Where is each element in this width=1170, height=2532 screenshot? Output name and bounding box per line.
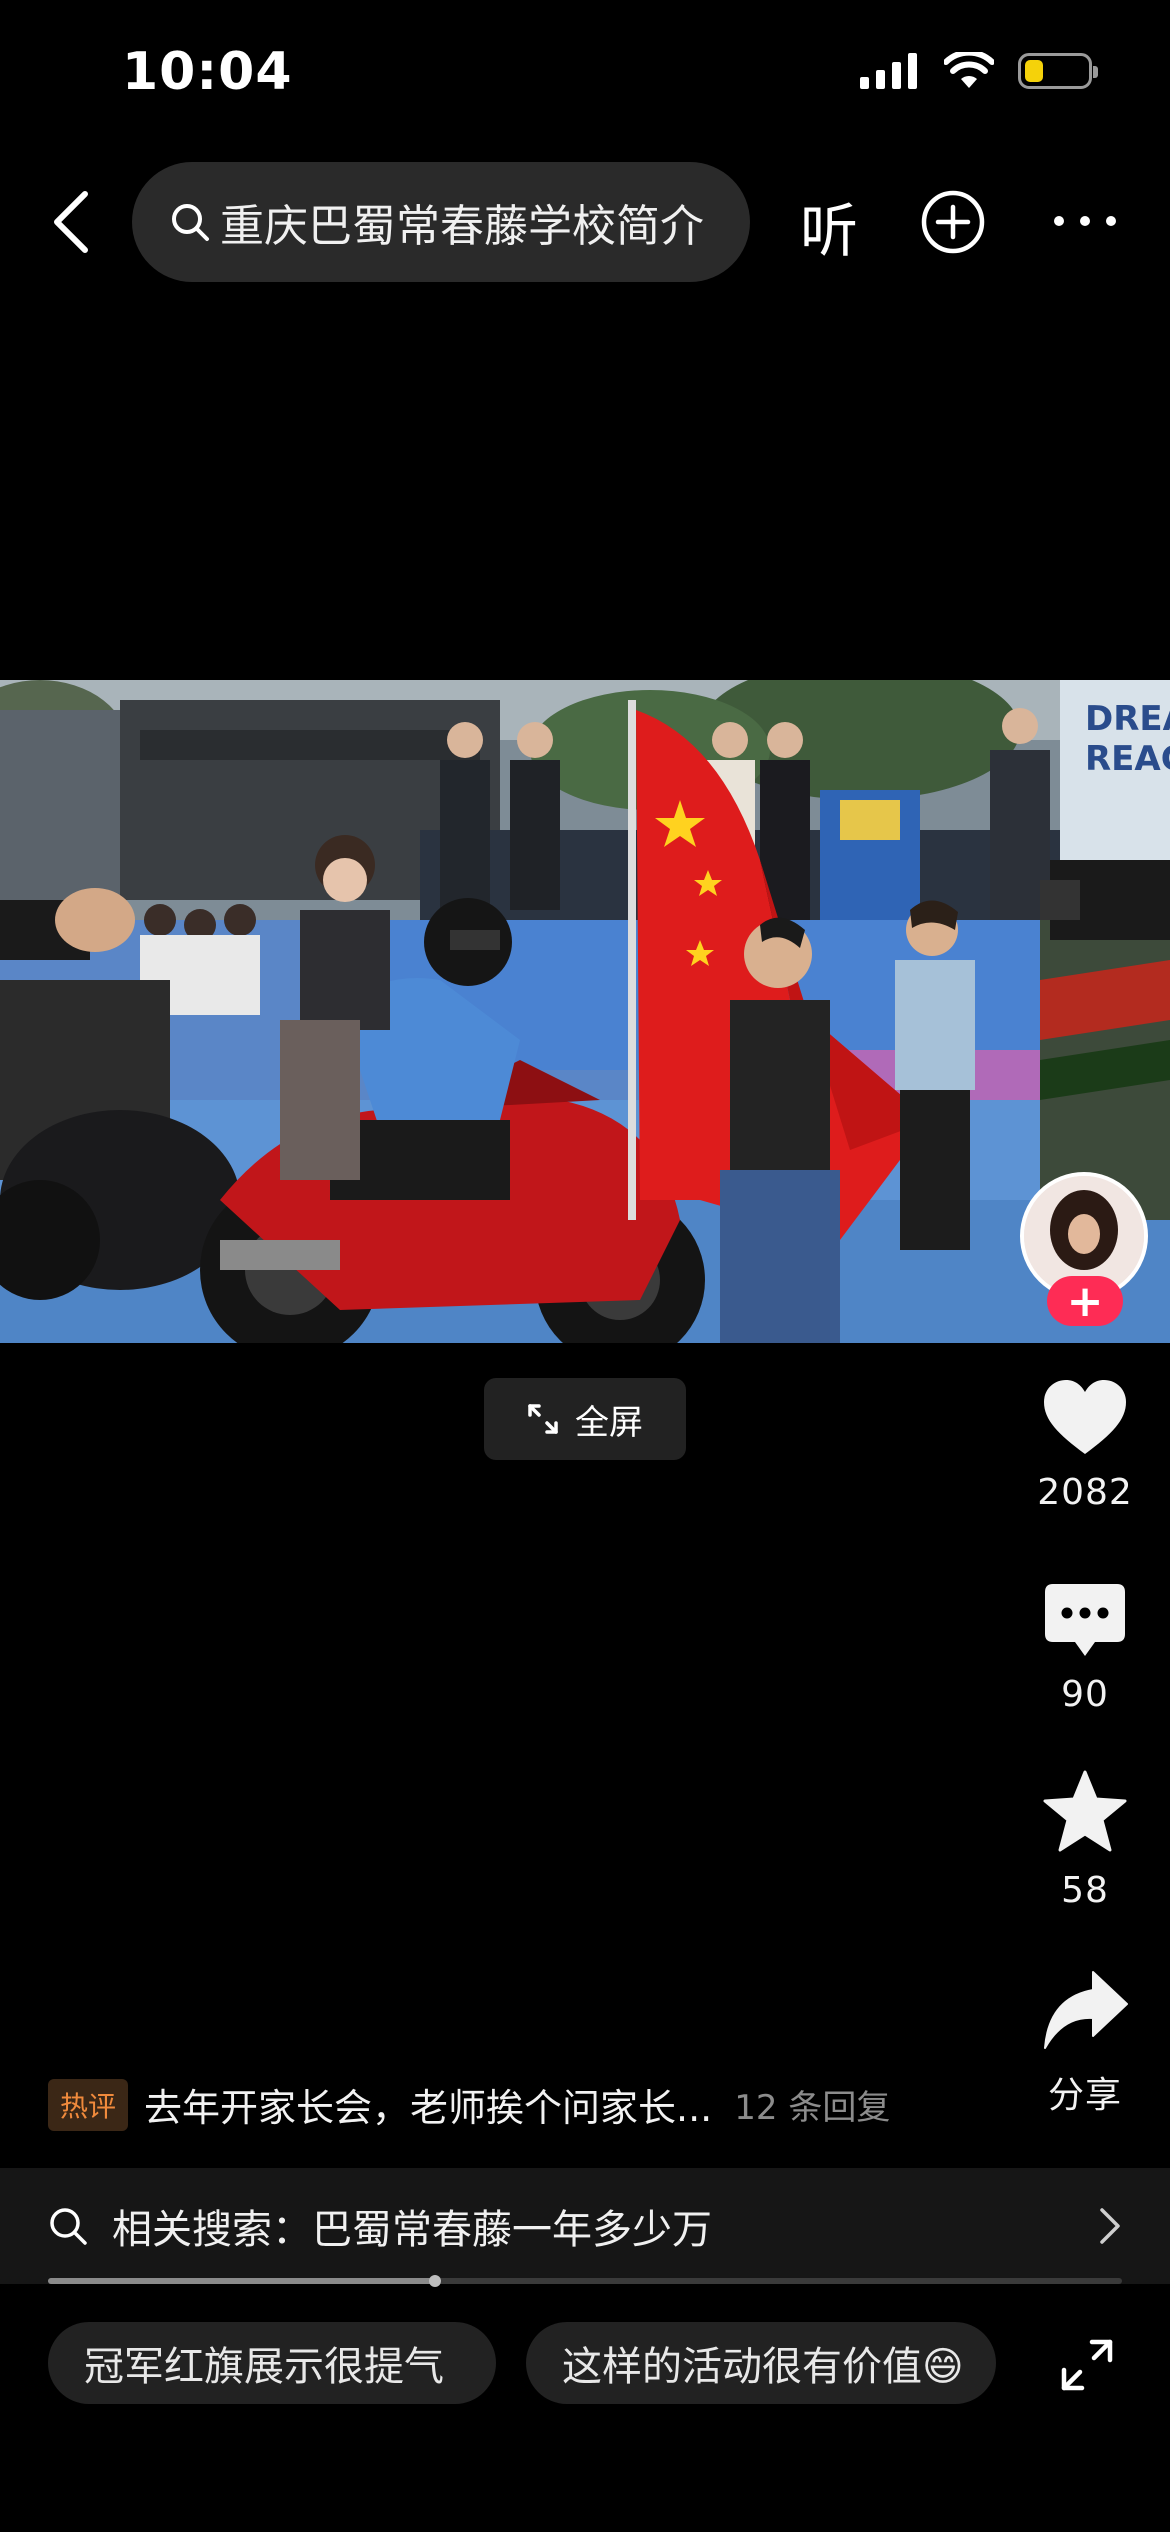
like-count: 2082 [1037,1472,1133,1513]
follow-button[interactable]: + [1047,1275,1123,1327]
comment-icon [1045,1584,1125,1656]
progress-fill [48,2278,435,2284]
fullscreen-icon [528,1404,558,1434]
search-icon [170,202,210,242]
progress-knob[interactable] [429,2275,441,2287]
star-icon [1043,1770,1127,1852]
status-time: 10:04 [122,42,293,102]
battery-icon [1018,53,1098,89]
wifi-icon [944,52,994,88]
chevron-left-icon [54,191,88,253]
related-search-label: 相关搜索：巴蜀常春藤一年多少万 [112,2207,712,2253]
quick-comment-chip[interactable]: 冠军红旗展示很提气 [48,2322,496,2404]
plus-circle-icon [921,190,985,254]
expand-icon [1061,2339,1113,2391]
quick-comment-chip[interactable]: 这样的活动很有价值😄 [526,2322,996,2404]
heart-icon [1044,1380,1126,1454]
chevron-right-icon [1100,2208,1120,2244]
banner-text: DREA [1085,699,1170,739]
favorite-button[interactable]: 58 [1015,1770,1155,1911]
video-player-screen: 10:04 重庆巴蜀常春藤学校简介 听 DRE REA + 全屏 2082 90… [0,0,1170,2532]
author-avatar-group: + [1020,1172,1150,1332]
related-search-bar[interactable]: 相关搜索：巴蜀常春藤一年多少万 [0,2168,1170,2284]
fullscreen-button[interactable]: 全屏 [484,1378,686,1460]
svg-text:REAC: REAC [1085,739,1170,779]
share-icon [1044,1971,1128,2049]
video-scene: DREA REAC [0,680,1170,1343]
hot-comment-text: 去年开家长会，老师挨个问家长... [144,2086,713,2130]
back-button[interactable] [46,184,96,260]
expand-button[interactable] [1060,2338,1114,2392]
signal-icon [860,53,917,89]
search-query: 重庆巴蜀常春藤学校简介 [220,201,704,252]
like-button[interactable]: 2082 [1015,1378,1155,1513]
share-button[interactable]: 分享 [1015,1970,1155,2118]
more-icon [1054,216,1116,226]
hot-comment-badge: 热评 [48,2078,129,2131]
comment-count: 90 [1061,1674,1109,1715]
plus-icon: + [1066,1275,1104,1327]
comment-button[interactable]: 90 [1015,1582,1155,1715]
more-button[interactable] [1050,196,1120,246]
search-icon [50,2208,87,2245]
search-bar[interactable]: 重庆巴蜀常春藤学校简介 [132,162,750,282]
playback-progress-bar[interactable] [48,2275,1122,2287]
share-label: 分享 [1047,2075,1122,2116]
video-frame[interactable]: DREA REAC [0,680,1170,1343]
favorite-count: 58 [1061,1870,1109,1911]
fullscreen-label: 全屏 [575,1402,643,1443]
add-button[interactable] [920,189,986,255]
hot-comment-replies[interactable]: 12 条回复 [734,2080,890,2129]
status-icons [860,52,1098,90]
listen-button[interactable]: 听 [800,184,858,268]
hot-comment[interactable]: 热评 去年开家长会，老师挨个问家长... 12 条回复 [48,2077,890,2132]
